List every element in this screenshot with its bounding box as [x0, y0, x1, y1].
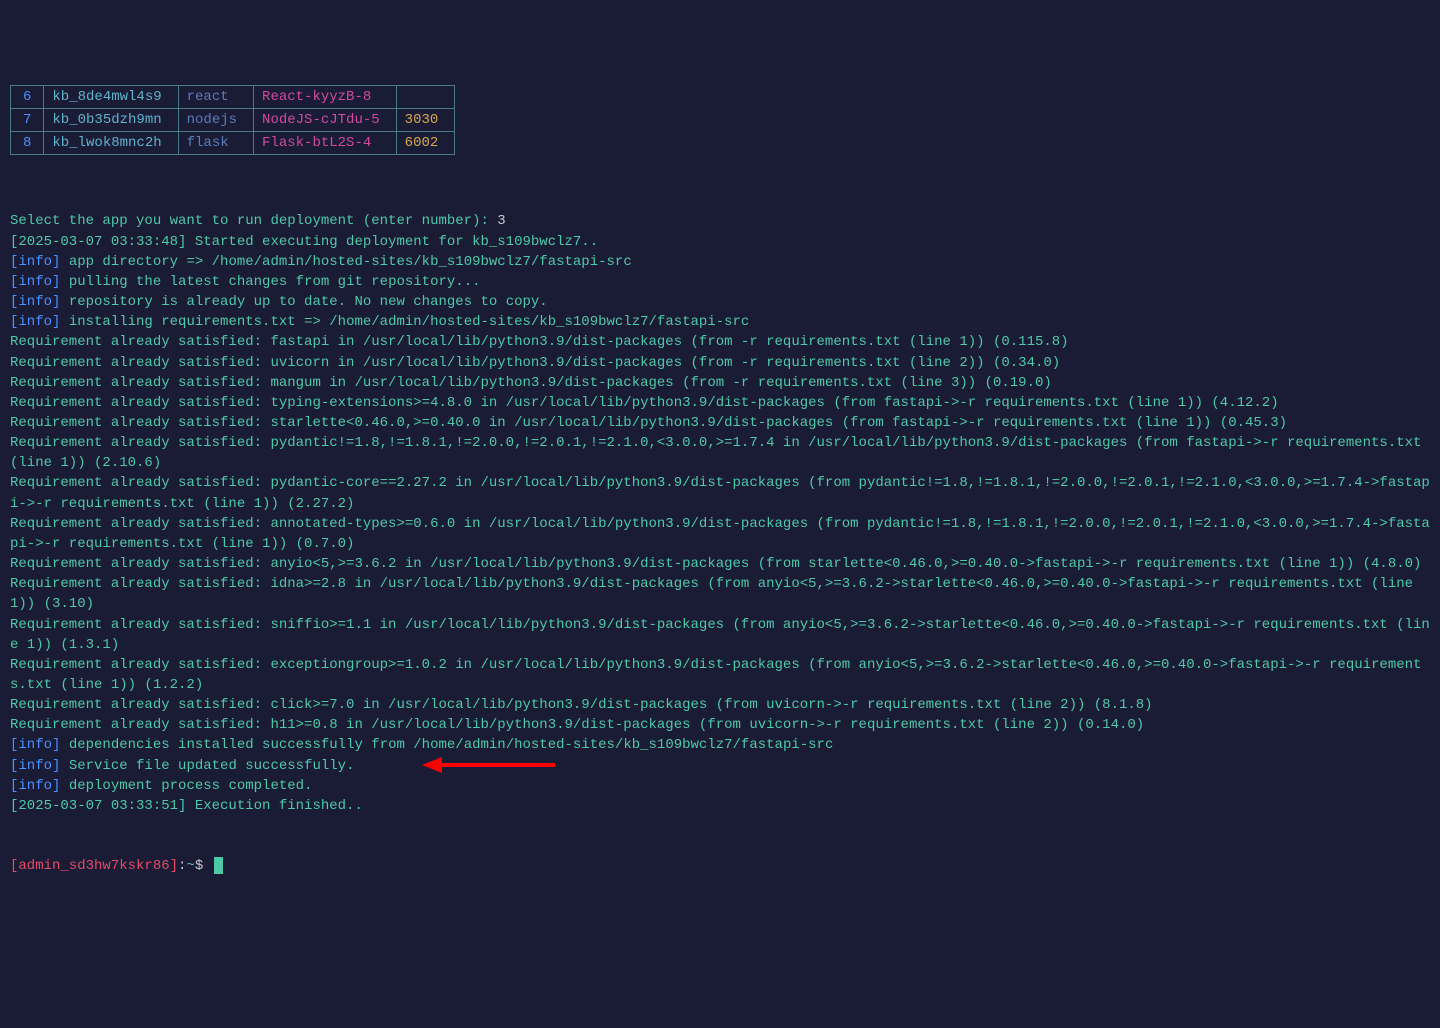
log-line: Select the app you want to run deploymen…	[10, 211, 1430, 231]
log-line: [info] Service file updated successfully…	[10, 756, 1430, 776]
log-line: Requirement already satisfied: typing-ex…	[10, 393, 1430, 413]
log-line: Requirement already satisfied: fastapi i…	[10, 332, 1430, 352]
log-line: [info] deployment process completed.	[10, 776, 1430, 796]
log-line: [info] repository is already up to date.…	[10, 292, 1430, 312]
cursor-icon	[214, 857, 223, 874]
table-row: 8kb_lwok8mnc2hflaskFlask-btL2S-46002	[11, 131, 455, 154]
log-line: Requirement already satisfied: h11>=0.8 …	[10, 715, 1430, 735]
table-row: 6kb_8de4mwl4s9reactReact-kyyzB-8	[11, 85, 455, 108]
log-line: Requirement already satisfied: exception…	[10, 655, 1430, 695]
log-line: [2025-03-07 03:33:51] Execution finished…	[10, 796, 1430, 816]
log-line: Requirement already satisfied: click>=7.…	[10, 695, 1430, 715]
log-line: Requirement already satisfied: annotated…	[10, 514, 1430, 554]
terminal-log: Select the app you want to run deploymen…	[10, 211, 1430, 816]
log-line: [info] pulling the latest changes from g…	[10, 272, 1430, 292]
app-table: 6kb_8de4mwl4s9reactReact-kyyzB-87kb_0b35…	[10, 85, 455, 155]
log-line: Requirement already satisfied: anyio<5,>…	[10, 554, 1430, 574]
shell-prompt[interactable]: [admin_sd3hw7kskr86]:~$	[10, 856, 1430, 876]
log-line: [info] installing requirements.txt => /h…	[10, 312, 1430, 332]
log-line: [2025-03-07 03:33:48] Started executing …	[10, 232, 1430, 252]
log-line: Requirement already satisfied: idna>=2.8…	[10, 574, 1430, 614]
log-line: Requirement already satisfied: starlette…	[10, 413, 1430, 433]
log-line: [info] app directory => /home/admin/host…	[10, 252, 1430, 272]
log-line: Requirement already satisfied: pydantic-…	[10, 473, 1430, 513]
log-line: [info] dependencies installed successful…	[10, 735, 1430, 755]
log-line: Requirement already satisfied: uvicorn i…	[10, 353, 1430, 373]
log-line: Requirement already satisfied: pydantic!…	[10, 433, 1430, 473]
log-line: Requirement already satisfied: mangum in…	[10, 373, 1430, 393]
log-line: Requirement already satisfied: sniffio>=…	[10, 615, 1430, 655]
prompt-user: [admin_sd3hw7kskr86]	[10, 858, 178, 874]
table-row: 7kb_0b35dzh9mnnodejsNodeJS-cJTdu-53030	[11, 108, 455, 131]
